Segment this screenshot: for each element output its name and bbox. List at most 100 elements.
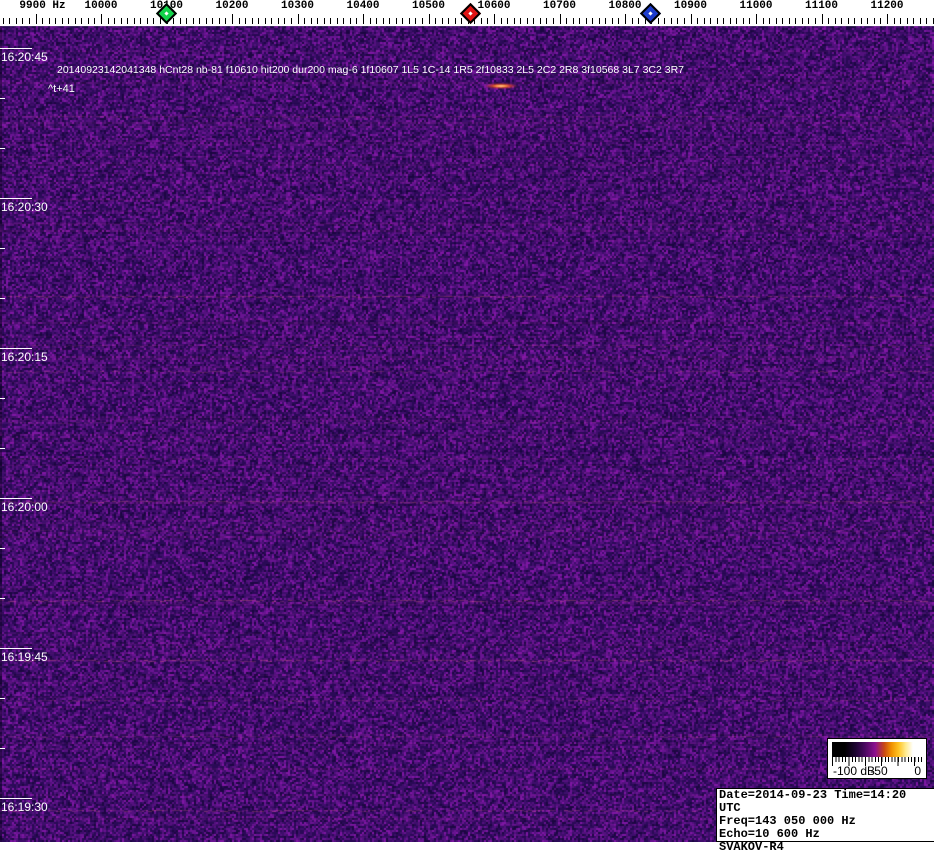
marker-center-dot xyxy=(468,11,472,15)
time-tick-label: 16:19:45 xyxy=(1,650,48,664)
time-tick-minor xyxy=(0,298,5,299)
freq-tick xyxy=(487,18,488,24)
freq-tick xyxy=(507,18,508,24)
freq-tick xyxy=(311,18,312,24)
time-tick-minor xyxy=(0,148,5,149)
time-tick-minor xyxy=(0,248,5,249)
freq-tick xyxy=(153,18,154,24)
colorbar-label-max: 0 xyxy=(914,764,921,778)
freq-tick xyxy=(704,18,705,24)
freq-tick xyxy=(429,14,430,24)
freq-tick xyxy=(304,18,305,24)
freq-tick xyxy=(861,18,862,24)
time-tick-major xyxy=(0,348,32,349)
freq-tick xyxy=(736,18,737,24)
spectrogram-window: { "chart_data": { "type": "heatmap", "su… xyxy=(0,0,934,842)
time-tick-major xyxy=(0,198,32,199)
freq-tick xyxy=(363,14,364,24)
freq-tick xyxy=(828,18,829,24)
freq-tick xyxy=(383,18,384,24)
freq-tick xyxy=(55,18,56,24)
freq-tick xyxy=(808,18,809,24)
freq-tick-label: 10300 xyxy=(281,0,314,12)
freq-tick xyxy=(284,18,285,24)
freq-tick xyxy=(835,18,836,24)
freq-tick-label: 10500 xyxy=(412,0,445,12)
freq-tick xyxy=(907,18,908,24)
freq-tick xyxy=(789,18,790,24)
freq-tick xyxy=(186,18,187,24)
colorbar-legend: -100 dB -50 0 xyxy=(827,738,927,779)
freq-tick xyxy=(592,18,593,24)
freq-tick xyxy=(415,18,416,24)
freq-tick xyxy=(75,18,76,24)
freq-tick xyxy=(841,18,842,24)
freq-tick xyxy=(638,18,639,24)
freq-tick xyxy=(566,18,567,24)
freq-tick xyxy=(199,18,200,24)
freq-tick xyxy=(776,18,777,24)
freq-tick xyxy=(278,18,279,24)
time-tick-major xyxy=(0,498,32,499)
freq-tick xyxy=(330,18,331,24)
freq-tick-label: 9900 Hz xyxy=(19,0,65,12)
freq-tick xyxy=(723,18,724,24)
freq-tick-label: 11100 xyxy=(805,0,838,12)
freq-tick xyxy=(730,18,731,24)
freq-tick xyxy=(134,18,135,24)
freq-tick xyxy=(710,18,711,24)
event-time-offset-label: ^t+41 xyxy=(48,83,75,95)
freq-tick xyxy=(848,18,849,24)
colorbar-label-mid: -50 xyxy=(870,764,887,778)
freq-tick xyxy=(42,18,43,24)
time-tick-label: 16:20:15 xyxy=(1,350,48,364)
freq-tick xyxy=(520,18,521,24)
freq-tick xyxy=(442,18,443,24)
meteor-echo-streak xyxy=(484,83,518,89)
freq-tick xyxy=(481,18,482,24)
freq-tick xyxy=(108,18,109,24)
freq-tick xyxy=(763,18,764,24)
freq-tick xyxy=(409,18,410,24)
freq-tick xyxy=(769,18,770,24)
freq-tick xyxy=(880,18,881,24)
freq-tick-label: 11000 xyxy=(739,0,772,12)
freq-tick xyxy=(926,18,927,24)
marker-center-dot xyxy=(649,11,653,15)
freq-tick xyxy=(140,18,141,24)
freq-tick-label: 10400 xyxy=(346,0,379,12)
freq-tick xyxy=(553,18,554,24)
freq-tick-label: 10600 xyxy=(477,0,510,12)
freq-tick xyxy=(3,18,4,24)
freq-tick-label: 10700 xyxy=(543,0,576,12)
freq-tick xyxy=(376,18,377,24)
freq-tick-label: 10800 xyxy=(608,0,641,12)
freq-tick xyxy=(920,18,921,24)
freq-tick-label: 10000 xyxy=(84,0,117,12)
freq-tick xyxy=(370,18,371,24)
freq-tick xyxy=(317,18,318,24)
freq-tick xyxy=(560,14,561,24)
freq-tick xyxy=(298,14,299,24)
freq-tick xyxy=(815,18,816,24)
freq-tick xyxy=(540,18,541,24)
freq-tick xyxy=(212,18,213,24)
freq-tick xyxy=(658,18,659,24)
freq-tick xyxy=(49,18,50,24)
freq-tick xyxy=(546,18,547,24)
freq-tick xyxy=(324,18,325,24)
time-tick-label: 16:20:00 xyxy=(1,500,48,514)
time-tick-major xyxy=(0,798,32,799)
time-tick-minor xyxy=(0,598,5,599)
freq-tick xyxy=(219,18,220,24)
freq-tick xyxy=(514,18,515,24)
freq-tick-label: 11200 xyxy=(870,0,903,12)
time-tick-label: 16:19:30 xyxy=(1,800,48,814)
freq-tick xyxy=(356,18,357,24)
freq-tick xyxy=(121,18,122,24)
freq-tick xyxy=(396,18,397,24)
freq-tick xyxy=(448,18,449,24)
freq-tick xyxy=(913,18,914,24)
time-tick-major xyxy=(0,48,32,49)
freq-tick xyxy=(743,18,744,24)
